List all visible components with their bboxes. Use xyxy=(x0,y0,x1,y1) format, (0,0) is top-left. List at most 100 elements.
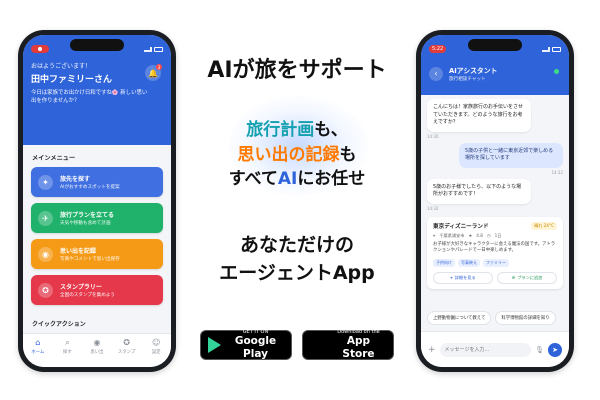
chat-title: AIアシスタント xyxy=(449,67,498,75)
play-icon xyxy=(208,337,221,353)
suggestion-chip[interactable]: 科学博物館の詳細を知り xyxy=(495,311,556,325)
badge-icon: ✪ xyxy=(38,282,53,298)
tagline-line-2: 思い出の記録も xyxy=(237,144,357,165)
signal-icon xyxy=(542,46,550,52)
medal-icon: ✪ xyxy=(123,338,130,347)
menu-card-text: 思い出を記録写真やコメントで思い出保存 xyxy=(60,246,120,262)
tab-label: 思い出 xyxy=(90,350,104,355)
main-menu-list: ✦ 旅先を探す AIがおすすめスポットを提案 ✈ 旅行プランを立てる 天気や移動も含めて計… xyxy=(31,167,163,305)
tab-item[interactable]: ◉ 思い出 xyxy=(85,338,109,356)
notification-bell-icon[interactable]: 🔔 3 xyxy=(145,64,162,81)
view-details-button[interactable]: ⌖ 詳細を見る xyxy=(433,271,493,284)
place-meta: ⌖ 千葉県浦安市 ★ 4.8 ◷ 1日 xyxy=(433,233,557,239)
tagline-line-1: 旅行計画も、 xyxy=(246,120,348,140)
center-copy: AIが旅をサポート 旅行計画も、 思い出の記録も すべてAIにお任せ あなただけ… xyxy=(186,0,408,400)
tab-label: スタンプ xyxy=(117,350,136,355)
greeting-text: おはようございます！ xyxy=(31,63,92,70)
online-status-dot xyxy=(554,69,559,74)
message-input-bar: + 🎙 ➤ xyxy=(421,331,569,367)
message-time: 14:32 xyxy=(551,169,563,175)
tab-item[interactable]: ✪ スタンプ xyxy=(115,338,139,356)
menu-card-text: 旅先を探す AIがおすすめスポットを提案 xyxy=(60,174,120,190)
plane-icon: ✈ xyxy=(38,210,53,226)
tag: ファミリー xyxy=(483,258,509,267)
menu-card-title: 思い出を記録 xyxy=(60,248,97,255)
message-input[interactable] xyxy=(439,342,532,357)
menu-card-text: スタンプラリー全国のスタンプを集めよう xyxy=(60,282,115,298)
menu-card-subtitle: 写真やコメントで思い出保存 xyxy=(60,257,120,262)
battery-icon xyxy=(154,46,163,52)
place-card[interactable]: 東京ディズニーランド 晴れ 24°C ⌖ 千葉県浦安市 ★ 4.8 ◷ 1日 お子様が… xyxy=(427,216,563,289)
mic-icon[interactable]: 🎙 xyxy=(535,346,544,354)
menu-card-subtitle: 天気や移動も含めて計画 xyxy=(60,221,111,226)
place-description: お子様が大好きなキャラクターに会える魔法の国です。アトラクションやパレードで一日… xyxy=(433,241,556,254)
phone-notch xyxy=(468,39,522,51)
place-name: 東京ディズニーランド xyxy=(433,223,489,230)
add-circle-icon: ⊕ xyxy=(511,275,516,281)
camera-icon: ◉ xyxy=(93,338,101,347)
menu-card-subtitle: AIがおすすめスポットを提案 xyxy=(60,185,120,190)
user-message: 5歳の子供と一緒に東京近郊で楽しめる場所を探しています xyxy=(459,142,563,168)
place-tags: 子供向け 写真映え ファミリー xyxy=(433,258,557,267)
tab-item[interactable]: ⌂ ホーム xyxy=(26,338,50,356)
tagline: 旅行計画も、 思い出の記録も すべてAIにお任せ xyxy=(186,118,408,192)
menu-card-subtitle: 全国のスタンプを集めよう xyxy=(60,293,115,298)
place-duration: 1日 xyxy=(494,232,502,238)
phone-home-mockup: おはようございます！ 田中ファミリーさん 今日は家族でお出かけ日和ですね🌸 新し… xyxy=(18,30,176,372)
menu-card-title: 旅先を探す xyxy=(60,176,91,183)
suggestion-chips: 上野動物園について教えて 科学博物館の詳細を知り xyxy=(427,311,569,325)
home-screen: おはようございます！ 田中ファミリーさん 今日は家族でお出かけ日和ですね🌸 新し… xyxy=(23,35,171,367)
signal-icon xyxy=(144,46,152,52)
tab-label: 探す xyxy=(62,350,72,355)
message-time: 14:32 xyxy=(427,205,439,211)
search-icon: ⌕ xyxy=(65,338,70,347)
home-header: おはようございます！ 田中ファミリーさん 今日は家族でお出かけ日和ですね🌸 新し… xyxy=(23,35,171,145)
phone-chat-mockup: 5:22 ‹ AIアシスタント 旅行相談チャット こんにちは！家族旅行のお手伝い… xyxy=(416,30,574,372)
status-icons xyxy=(542,46,561,52)
plus-icon[interactable]: + xyxy=(428,345,436,355)
suggestion-chip[interactable]: 上野動物園について教えて xyxy=(427,311,492,325)
store-badges: GET IT ON Google Play Download on the Ap… xyxy=(200,330,394,360)
ai-message: 5歳のお子様でしたら、以下のような場所がおすすめです！ xyxy=(427,178,531,204)
tab-item[interactable]: ☺ 設定 xyxy=(144,338,168,356)
google-play-button[interactable]: GET IT ON Google Play xyxy=(200,330,292,360)
clock-icon: ◷ xyxy=(486,232,491,238)
chat-title-bar: ‹ AIアシスタント 旅行相談チャット xyxy=(429,65,561,82)
sub-headline: あなただけの エージェントApp xyxy=(219,234,375,284)
record-indicator-icon xyxy=(31,45,49,53)
ai-message: こんにちは！家族旅行のお手伝いをさせていただきます。どのような旅行をお考えですか… xyxy=(427,99,531,132)
location-pin-icon: ⌖ xyxy=(433,232,436,238)
menu-card[interactable]: ✪ スタンプラリー全国のスタンプを集めよう xyxy=(31,275,163,305)
menu-card[interactable]: ✦ 旅先を探す AIがおすすめスポットを提案 xyxy=(31,167,163,197)
back-arrow-icon[interactable]: ‹ xyxy=(429,66,443,81)
quick-action-title: クイックアクション xyxy=(32,321,86,328)
notification-badge: 3 xyxy=(156,64,162,70)
app-store-button[interactable]: Download on the App Store xyxy=(302,330,394,360)
menu-card[interactable]: ✈ 旅行プランを立てる 天気や移動も含めて計画 xyxy=(31,203,163,233)
tab-item[interactable]: ⌕ 探す xyxy=(55,338,79,356)
menu-card-title: スタンプラリー xyxy=(60,284,102,291)
place-rating: 4.8 xyxy=(476,232,483,238)
add-to-plan-button[interactable]: ⊕ プランに追加 xyxy=(497,271,557,284)
family-name: 田中ファミリーさん xyxy=(31,75,113,85)
home-subtitle: 今日は家族でお出かけ日和ですね🌸 新しい思い出を作りませんか？ xyxy=(31,90,148,104)
tab-label: 設定 xyxy=(151,350,161,355)
chat-subtitle: 旅行相談チャット xyxy=(449,77,486,82)
tab-label: ホーム xyxy=(31,350,45,355)
weather-badge: 晴れ 24°C xyxy=(530,221,557,230)
phone-notch xyxy=(70,39,124,51)
person-icon: ☺ xyxy=(152,338,161,347)
message-time: 14:30 xyxy=(427,133,439,139)
tag: 子供向け xyxy=(433,258,455,267)
promo-banner: おはようございます！ 田中ファミリーさん 今日は家族でお出かけ日和ですね🌸 新し… xyxy=(0,0,600,400)
menu-card[interactable]: ◉ 思い出を記録写真やコメントで思い出保存 xyxy=(31,239,163,269)
status-icons xyxy=(144,46,163,52)
home-icon: ⌂ xyxy=(35,338,41,347)
menu-card-text: 旅行プランを立てる 天気や移動も含めて計画 xyxy=(60,210,114,226)
headline: AIが旅をサポート xyxy=(207,58,387,83)
chat-screen: 5:22 ‹ AIアシスタント 旅行相談チャット こんにちは！家族旅行のお手伝い… xyxy=(421,35,569,367)
send-icon[interactable]: ➤ xyxy=(548,342,562,357)
camera-icon: ◉ xyxy=(38,246,53,262)
compass-icon: ✦ xyxy=(38,174,53,190)
chat-messages: こんにちは！家族旅行のお手伝いをさせていただきます。どのような旅行をお考えですか… xyxy=(427,99,563,289)
